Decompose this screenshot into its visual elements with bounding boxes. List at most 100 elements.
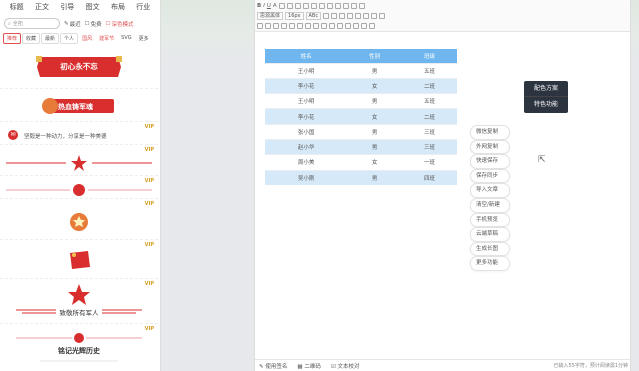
italic-icon[interactable]: I — [263, 3, 265, 9]
mobile-preview-button[interactable]: 手机预览 — [470, 212, 510, 228]
filter-army-day[interactable]: 建军节 — [96, 34, 117, 43]
import-article-button[interactable]: 导入文章 — [470, 183, 510, 198]
format-icon[interactable] — [278, 3, 285, 9]
dark-mode-option[interactable]: ☐ 深色模式 — [106, 20, 134, 28]
bold-icon[interactable]: B — [257, 3, 261, 9]
text-style-select[interactable]: ABc — [305, 12, 322, 20]
table-row[interactable]: 张小国男三班 — [265, 123, 457, 140]
tab-title[interactable]: 标题 — [4, 2, 29, 12]
vip-badge: VIP — [144, 326, 154, 332]
save-sync-button[interactable]: 保存同步 — [470, 168, 510, 184]
table-row[interactable]: 周小美女一班 — [265, 154, 457, 171]
tab-layout[interactable]: 布局 — [105, 2, 130, 12]
tab-body[interactable]: 正文 — [29, 2, 54, 12]
feature-button[interactable]: 特色功能 — [524, 97, 568, 113]
table-row[interactable]: 李小花女二班 — [265, 108, 457, 125]
split-cells-icon[interactable] — [329, 23, 335, 29]
align-right-icon[interactable] — [310, 3, 317, 9]
clear-new-button[interactable]: 清空/新建 — [470, 197, 510, 213]
emoji-icon[interactable] — [355, 13, 362, 19]
history-divider — [16, 333, 142, 362]
table-row[interactable]: 王小明男五班 — [265, 62, 457, 79]
bg-color-icon[interactable] — [305, 23, 311, 29]
align-left-icon[interactable] — [294, 3, 301, 9]
color-scheme-button[interactable]: 配色方案 — [524, 81, 568, 97]
delete-col-icon[interactable] — [345, 23, 351, 29]
wechat-copy-button[interactable]: 微信复制 — [470, 125, 510, 140]
star-badge — [16, 284, 142, 314]
link-icon[interactable] — [326, 3, 333, 9]
align-center-icon[interactable] — [302, 3, 309, 9]
template-item[interactable]: VIP — [0, 241, 158, 279]
divider-icon[interactable] — [347, 13, 354, 19]
proofread-button[interactable]: ☑ 文本校对 — [331, 362, 360, 370]
pencil-icon: ✎ — [64, 20, 69, 27]
filter-fav[interactable]: 收藏 — [22, 32, 41, 44]
add-icon[interactable] — [361, 23, 367, 29]
template-item[interactable]: 热血铸军魂 — [0, 90, 158, 122]
redo-icon[interactable] — [379, 13, 386, 19]
filter-new[interactable]: 最新 — [41, 32, 60, 44]
font-size-select[interactable]: 16px — [285, 12, 304, 20]
quick-save-button[interactable]: 快速保存 — [470, 154, 510, 169]
line-height-icon[interactable] — [257, 23, 263, 29]
undo-icon[interactable] — [371, 13, 378, 19]
sub-icon[interactable] — [331, 13, 338, 19]
tab-image-text[interactable]: 图文 — [80, 2, 105, 12]
cloud-draft-button[interactable]: 云端草稿 — [470, 227, 510, 242]
font-color-icon[interactable]: A — [273, 3, 277, 9]
underline-icon[interactable]: U — [267, 3, 271, 9]
external-copy-button[interactable]: 外网复制 — [470, 139, 510, 155]
filter-recommend[interactable]: 推荐 — [3, 32, 22, 44]
signature-button[interactable]: ✎ 使用签名 — [259, 362, 287, 370]
more-features-button[interactable]: 更多功能 — [470, 256, 510, 271]
tab-guide[interactable]: 引导 — [55, 2, 80, 12]
sup-icon[interactable] — [323, 13, 330, 19]
filter-more[interactable]: 更多 — [136, 34, 152, 43]
checklist-icon[interactable] — [289, 23, 295, 29]
quote-icon[interactable] — [339, 13, 346, 19]
expand-icon[interactable] — [369, 23, 375, 29]
top-tabs: 标题 正文 引导 图文 布局 行业 — [0, 0, 160, 13]
insert-table-icon[interactable] — [313, 23, 319, 29]
filter-personal[interactable]: 个人 — [60, 32, 79, 44]
filter-guofeng[interactable]: 国风 — [79, 34, 95, 43]
long-image-button[interactable]: 生成长图 — [470, 241, 510, 257]
paint-icon[interactable] — [358, 3, 365, 9]
clear-icon[interactable] — [363, 13, 370, 19]
table-icon[interactable] — [342, 3, 349, 9]
free-option[interactable]: ☐ 免费 — [85, 20, 102, 28]
qrcode-button[interactable]: ▦ 二维码 — [297, 362, 320, 370]
template-item[interactable]: VIP — [0, 177, 158, 199]
template-item[interactable]: VIP — [0, 146, 158, 176]
table-row[interactable]: 赵小华男三班 — [265, 138, 457, 155]
table-row[interactable]: 吴小刚男四班 — [265, 169, 457, 186]
format-brush-icon[interactable] — [353, 23, 359, 29]
color-scheme-menu: 配色方案 特色功能 — [524, 81, 568, 113]
list-icon[interactable] — [286, 3, 293, 9]
table-row[interactable]: 王小明男五班 — [265, 93, 457, 109]
template-item[interactable]: 初心永不忘 — [0, 43, 158, 89]
delete-row-icon[interactable] — [337, 23, 343, 29]
search-input[interactable]: ⌕ 全拓 — [4, 18, 60, 29]
filter-svg[interactable]: SVG — [118, 34, 134, 42]
heart-icon: ✉ — [8, 130, 18, 140]
template-item[interactable]: VIP 铭记光辉历史 — [0, 325, 158, 365]
image-icon[interactable] — [334, 3, 341, 9]
merge-cells-icon[interactable] — [321, 23, 327, 29]
ordered-list-icon[interactable] — [273, 23, 279, 29]
vip-badge: VIP — [144, 281, 154, 287]
recent-option[interactable]: ✎ 最近 — [64, 20, 81, 28]
table-row[interactable]: 李小花女二班 — [265, 77, 457, 94]
tab-industry[interactable]: 行业 — [131, 2, 156, 12]
code-icon[interactable] — [350, 3, 357, 9]
template-item[interactable]: VIP ✉ 坚毅是一种动力，分享是一种美德 — [0, 123, 158, 145]
font-family-select[interactable]: 思源黑体 — [257, 12, 284, 20]
unordered-list-icon[interactable] — [281, 23, 287, 29]
indent-icon[interactable] — [318, 3, 325, 9]
border-icon[interactable] — [297, 23, 303, 29]
template-item[interactable]: VIP — [0, 200, 158, 240]
status-bar: ✎ 使用签名 ▦ 二维码 ☑ 文本校对 已输入55字符，预计阅读需1分钟 — [255, 359, 632, 371]
spacing-icon[interactable] — [265, 23, 271, 29]
template-item[interactable]: VIP 致敬所有军人 — [0, 280, 158, 324]
